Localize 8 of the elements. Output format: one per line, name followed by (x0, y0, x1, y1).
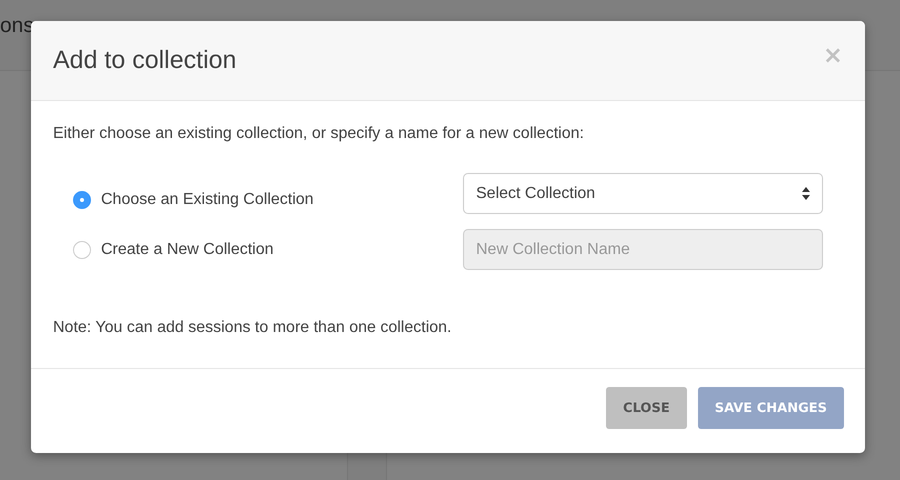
dialog-title: Add to collection (53, 46, 236, 75)
radio-button[interactable] (73, 190, 91, 208)
instruction-text: Either choose an existing collection, or specify a name for a new collection: (53, 124, 585, 144)
close-button[interactable]: CLOSE (606, 387, 687, 429)
updown-arrow-icon (802, 187, 810, 200)
note-text: Note: You can add sessions to more than one collection. (53, 319, 452, 337)
radio-label[interactable]: Choose an Existing Collection (101, 190, 314, 208)
collection-select[interactable]: Select Collection (463, 173, 823, 214)
